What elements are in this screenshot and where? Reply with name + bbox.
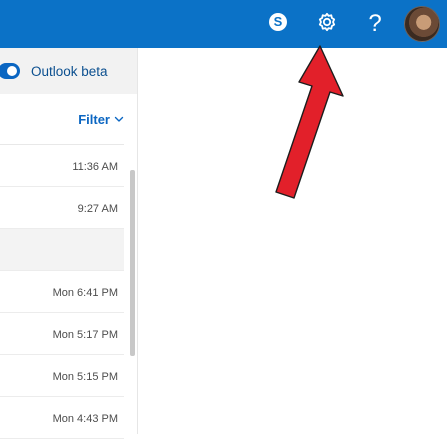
- help-button[interactable]: ?: [358, 7, 392, 41]
- outlook-beta-label: Outlook beta: [31, 63, 108, 79]
- list-item[interactable]: Mon 5:15 PM: [0, 355, 124, 397]
- list-item[interactable]: 11:36 AM: [0, 145, 124, 187]
- chevron-down-icon: [114, 114, 124, 124]
- svg-text:S: S: [274, 14, 283, 29]
- list-item[interactable]: Mon 4:43 PM: [0, 397, 124, 439]
- filter-button[interactable]: Filter: [78, 112, 124, 127]
- message-list: 11:36 AM 9:27 AM Mon 6:41 PM Mon 5:17 PM…: [0, 145, 124, 439]
- gear-icon: [316, 11, 338, 38]
- filter-label: Filter: [78, 111, 110, 127]
- help-icon: ?: [368, 10, 382, 37]
- list-item[interactable]: Mon 5:17 PM: [0, 313, 124, 355]
- message-list-scrollbar[interactable]: [130, 170, 135, 356]
- outlook-beta-row: Outlook beta: [0, 48, 137, 94]
- list-pane-divider: [137, 48, 138, 434]
- outlook-beta-toggle[interactable]: [0, 63, 20, 79]
- annotation-arrow-shape: [275, 45, 344, 199]
- message-time: Mon 5:15 PM: [52, 371, 118, 383]
- top-header-bar: S ?: [0, 0, 447, 48]
- avatar: [404, 6, 440, 42]
- list-item[interactable]: 9:27 AM: [0, 187, 124, 229]
- settings-button[interactable]: [310, 7, 344, 41]
- message-time: Mon 5:17 PM: [52, 329, 118, 341]
- skype-icon: S: [267, 11, 289, 38]
- user-avatar-button[interactable]: [404, 6, 440, 42]
- list-item[interactable]: Mon 6:41 PM: [0, 271, 124, 313]
- filter-row: Filter: [0, 94, 124, 145]
- message-list-pane: Outlook beta Filter 11:36 AM 9:27 AM Mon…: [0, 48, 137, 439]
- skype-button[interactable]: S: [261, 7, 295, 41]
- message-time: 9:27 AM: [77, 203, 118, 215]
- message-group-header: [0, 229, 124, 271]
- message-time: 11:36 AM: [72, 161, 118, 173]
- message-time: Mon 4:43 PM: [52, 413, 118, 425]
- message-time: Mon 6:41 PM: [52, 287, 118, 299]
